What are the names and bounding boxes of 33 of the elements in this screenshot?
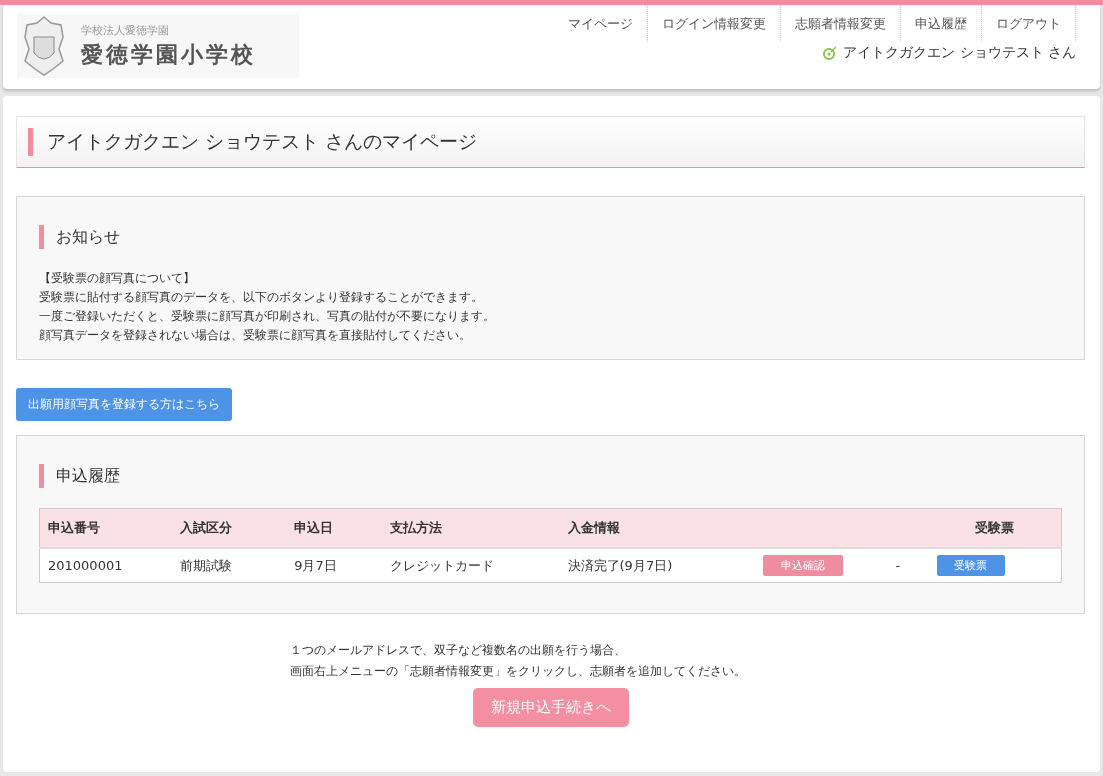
table-cell: 前期試験 <box>180 557 233 573</box>
column-header: 入試区分 <box>180 520 233 535</box>
user-name: アイトクガクエン ショウテスト さん <box>843 44 1076 62</box>
section-heading: 申込履歴 <box>56 465 120 487</box>
user-icon <box>823 46 838 60</box>
nav-link[interactable]: ログアウト <box>982 5 1076 42</box>
notice-text: 一度ご登録いただくと、受験票に顔写真が印刷され、写真の貼付が不要になります。 <box>39 308 496 325</box>
accent-bar <box>39 225 44 249</box>
table-cell: 201000001 <box>48 558 123 573</box>
note-text: 画面右上メニューの「志願者情報変更」をクリックし、志願者を追加してください。 <box>290 663 747 680</box>
page-title: アイトクガクエン ショウテスト さんのマイページ <box>47 129 478 154</box>
notice-text: 受験票に貼付する顔写真のデータを、以下のボタンより登録することができます。 <box>39 289 484 306</box>
column-header: 申込日 <box>294 520 334 535</box>
table-cell: - <box>895 558 901 573</box>
school-name: 愛徳学園小学校 <box>81 40 256 69</box>
note-text: １つのメールアドレスで、双子など複数名の出願を行う場合、 <box>290 642 627 659</box>
accent-bar <box>28 128 33 156</box>
column-header: 入金情報 <box>567 520 620 535</box>
column-header: 受験票 <box>975 520 1015 535</box>
notice-text: 顔写真データを登録されない場合は、受験票に顔写真を直接貼付してください。 <box>39 327 472 344</box>
table-cell: 9月7日 <box>294 557 337 573</box>
nav-link[interactable]: ログイン情報変更 <box>648 5 781 42</box>
nav-link[interactable]: マイページ <box>554 5 648 42</box>
section-heading: お知らせ <box>56 226 120 248</box>
nav-link[interactable]: 志願者情報変更 <box>781 5 901 42</box>
notice-text: 【受験票の顔写真について】 <box>39 270 196 287</box>
nav-link[interactable]: 申込履歴 <box>901 5 982 42</box>
column-header: 支払方法 <box>390 520 442 535</box>
school-corporation-name: 学校法人愛徳学園 <box>81 22 170 38</box>
accent-bar <box>39 464 44 488</box>
column-header: 申込番号 <box>48 520 100 535</box>
table-cell: 決済完了(9月7日) <box>567 557 673 573</box>
table-cell: クレジットカード <box>390 557 494 573</box>
